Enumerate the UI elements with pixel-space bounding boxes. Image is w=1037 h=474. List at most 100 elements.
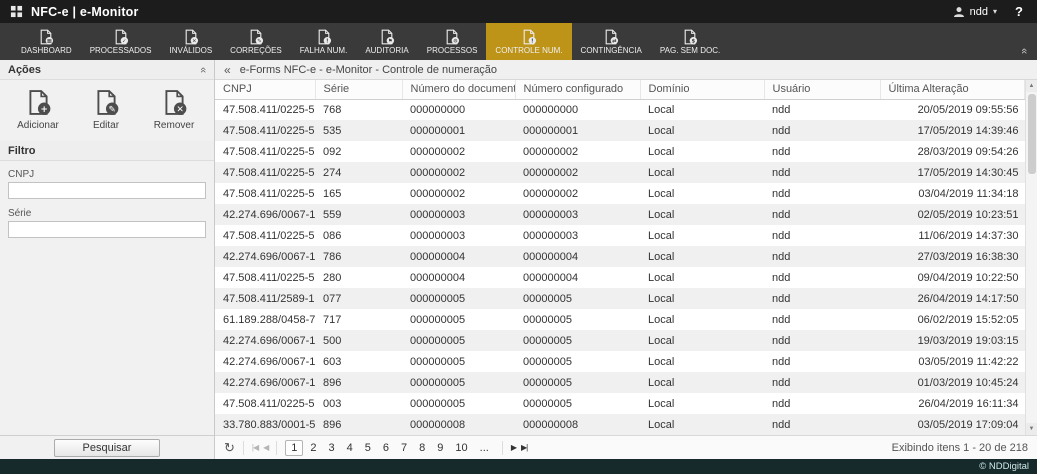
editar-button[interactable]: ✎ Editar bbox=[76, 89, 136, 131]
toolbar-item-falha-num[interactable]: ! FALHA NUM. bbox=[291, 23, 357, 60]
table-row[interactable]: 47.508.411/0225-59274000000002000000002L… bbox=[215, 162, 1025, 183]
page-button-2[interactable]: 2 bbox=[305, 441, 321, 455]
refresh-icon[interactable]: ↻ bbox=[224, 440, 235, 456]
page-button-5[interactable]: 5 bbox=[360, 441, 376, 455]
ribbon-collapse-icon[interactable]: « bbox=[1018, 48, 1030, 54]
pagination-pages: 12345678910... bbox=[285, 440, 494, 456]
scroll-down-icon[interactable]: ▼ bbox=[1026, 423, 1037, 435]
last-page-icon[interactable]: ▶| bbox=[521, 443, 527, 452]
column-header-dominio[interactable]: Domínio bbox=[640, 80, 764, 99]
table-cell: 000000004 bbox=[515, 246, 640, 267]
page-button-4[interactable]: 4 bbox=[342, 441, 358, 455]
adicionar-button[interactable]: + Adicionar bbox=[8, 89, 68, 131]
table-cell: Local bbox=[640, 309, 764, 330]
table-row[interactable]: 42.274.696/0067-1060300000000500000005Lo… bbox=[215, 351, 1025, 372]
help-button[interactable]: ? bbox=[1015, 4, 1023, 19]
table-row[interactable]: 47.508.411/0225-59165000000002000000002L… bbox=[215, 183, 1025, 204]
table-cell: 00000005 bbox=[515, 372, 640, 393]
table-cell: 000000004 bbox=[515, 267, 640, 288]
vertical-scrollbar[interactable]: ▲ ▼ bbox=[1025, 80, 1037, 435]
table-row[interactable]: 61.189.288/0458-7571700000000500000005Lo… bbox=[215, 309, 1025, 330]
serie-label: Série bbox=[8, 208, 206, 219]
table-cell: 000000003 bbox=[402, 204, 515, 225]
scrollbar-thumb[interactable] bbox=[1028, 94, 1036, 174]
table-cell: 274 bbox=[315, 162, 402, 183]
table-cell: 26/04/2019 16:11:34 bbox=[880, 393, 1025, 414]
user-menu[interactable]: ndd ▾ bbox=[953, 6, 997, 18]
table-cell: 003 bbox=[315, 393, 402, 414]
processos-icon: ⚙ bbox=[444, 29, 460, 45]
table-row[interactable]: 47.508.411/2589-1907700000000500000005Lo… bbox=[215, 288, 1025, 309]
collapse-actions-icon[interactable]: « bbox=[197, 67, 209, 73]
toolbar-item-processos[interactable]: ⚙ PROCESSOS bbox=[418, 23, 487, 60]
table-row[interactable]: 42.274.696/0067-1050000000000500000005Lo… bbox=[215, 330, 1025, 351]
table-cell: 19/03/2019 19:03:15 bbox=[880, 330, 1025, 351]
column-header-usuario[interactable]: Usuário bbox=[764, 80, 880, 99]
table-cell: 47.508.411/0225-59 bbox=[215, 393, 315, 414]
page-button-6[interactable]: 6 bbox=[378, 441, 394, 455]
table-cell: 01/03/2019 10:45:24 bbox=[880, 372, 1025, 393]
column-header-numero-do-documento[interactable]: Número do documento bbox=[402, 80, 515, 99]
page-button-9[interactable]: 9 bbox=[432, 441, 448, 455]
cnpj-input[interactable] bbox=[8, 182, 206, 199]
table-cell: 000000005 bbox=[402, 309, 515, 330]
table-row[interactable]: 47.508.411/0225-59768000000000000000000L… bbox=[215, 99, 1025, 120]
table-cell: 17/05/2019 14:39:46 bbox=[880, 120, 1025, 141]
toolbar-item-processados[interactable]: ✓ PROCESSADOS bbox=[81, 23, 161, 60]
page-button-3[interactable]: 3 bbox=[324, 441, 340, 455]
collapse-sidebar-icon[interactable]: « bbox=[224, 63, 231, 77]
table-row[interactable]: 47.508.411/0225-5900300000000500000005Lo… bbox=[215, 393, 1025, 414]
column-header-ultima-alteracao[interactable]: Última Alteração bbox=[880, 80, 1025, 99]
serie-input[interactable] bbox=[8, 221, 206, 238]
page-button-8[interactable]: 8 bbox=[414, 441, 430, 455]
table-cell: 61.189.288/0458-75 bbox=[215, 309, 315, 330]
column-header-numero-configurado[interactable]: Número configurado bbox=[515, 80, 640, 99]
table-cell: 896 bbox=[315, 414, 402, 435]
table-cell: Local bbox=[640, 288, 764, 309]
table-cell: Local bbox=[640, 120, 764, 141]
table-cell: Local bbox=[640, 393, 764, 414]
pagination-bar: ↻ |◀ ◀ 12345678910... ▶ ▶| Exibindo iten… bbox=[215, 435, 1037, 459]
page-button-7[interactable]: 7 bbox=[396, 441, 412, 455]
toolbar-item-auditoria[interactable]: ⚑ AUDITORIA bbox=[356, 23, 417, 60]
controle-num-icon: ! bbox=[521, 29, 537, 45]
svg-text:⇄: ⇄ bbox=[612, 38, 617, 44]
table-cell: ndd bbox=[764, 372, 880, 393]
column-header-cnpj[interactable]: CNPJ bbox=[215, 80, 315, 99]
svg-text:▦: ▦ bbox=[47, 38, 52, 44]
next-page-icon[interactable]: ▶ bbox=[511, 443, 516, 452]
remover-button[interactable]: ✕ Remover bbox=[144, 89, 204, 131]
search-button[interactable]: Pesquisar bbox=[54, 439, 161, 457]
table-row[interactable]: 47.508.411/0225-59092000000002000000002L… bbox=[215, 141, 1025, 162]
toolbar-item-controle-num[interactable]: ! CONTROLE NUM. bbox=[486, 23, 571, 60]
table-cell: 000000004 bbox=[402, 267, 515, 288]
toolbar-item-invalidos[interactable]: ✕ INVÁLIDOS bbox=[160, 23, 221, 60]
page-button-10[interactable]: 10 bbox=[450, 441, 472, 455]
toolbar-item-correcoes[interactable]: ✎ CORREÇÕES bbox=[221, 23, 291, 60]
table-row[interactable]: 47.508.411/0225-59535000000001000000001L… bbox=[215, 120, 1025, 141]
toolbar-item-contingencia[interactable]: ⇄ CONTINGÊNCIA bbox=[572, 23, 651, 60]
table-cell: ndd bbox=[764, 414, 880, 435]
table-row[interactable]: 42.274.696/0067-1089600000000500000005Lo… bbox=[215, 372, 1025, 393]
table-cell: ndd bbox=[764, 309, 880, 330]
first-page-icon[interactable]: |◀ bbox=[252, 443, 258, 452]
column-header-serie[interactable]: Série bbox=[315, 80, 402, 99]
table-row[interactable]: 47.508.411/0225-59280000000004000000004L… bbox=[215, 267, 1025, 288]
toolbar-item-pag-sem-doc[interactable]: $ PAG. SEM DOC. bbox=[651, 23, 729, 60]
toolbar-item-dashboard[interactable]: ▦ DASHBOARD bbox=[12, 23, 81, 60]
table-cell: Local bbox=[640, 330, 764, 351]
prev-page-icon[interactable]: ◀ bbox=[263, 443, 268, 452]
page-button-1[interactable]: 1 bbox=[285, 440, 303, 456]
pag-sem-doc-icon: $ bbox=[682, 29, 698, 45]
table-cell: ndd bbox=[764, 225, 880, 246]
table-row[interactable]: 47.508.411/0225-59086000000003000000003L… bbox=[215, 225, 1025, 246]
scroll-up-icon[interactable]: ▲ bbox=[1026, 80, 1037, 92]
table-row[interactable]: 42.274.696/0067-10786000000004000000004L… bbox=[215, 246, 1025, 267]
table-cell: 280 bbox=[315, 267, 402, 288]
table-row[interactable]: 42.274.696/0067-10559000000003000000003L… bbox=[215, 204, 1025, 225]
table-cell: ndd bbox=[764, 162, 880, 183]
table-cell: 00000005 bbox=[515, 288, 640, 309]
table-cell: Local bbox=[640, 372, 764, 393]
table-cell: 00000005 bbox=[515, 309, 640, 330]
table-row[interactable]: 33.780.883/0001-59896000000008000000008L… bbox=[215, 414, 1025, 435]
